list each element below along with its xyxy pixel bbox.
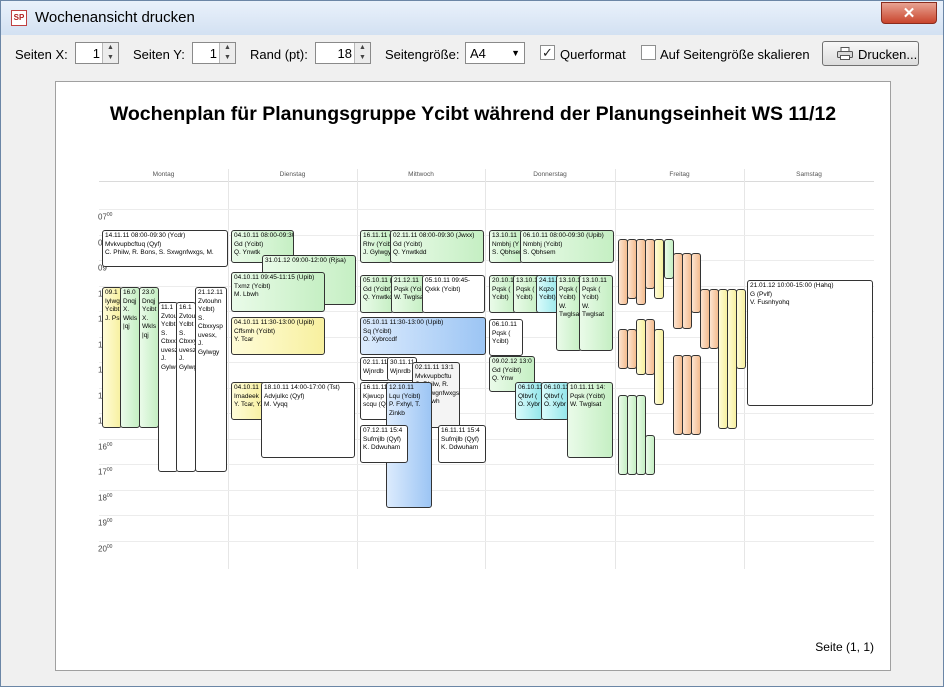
page-size-label: Seitengröße: xyxy=(385,47,460,62)
day-header: Samstag xyxy=(796,171,822,178)
close-button[interactable]: ✕ xyxy=(881,2,937,24)
calendar-event[interactable]: 06.10.11 Qlbvf ( O. Xybr xyxy=(515,382,543,420)
spin-down-icon[interactable]: ▼ xyxy=(103,53,118,63)
calendar-event[interactable] xyxy=(736,289,746,369)
calendar-event[interactable]: 05.10.11 09:45- Qxkk (Ycibt) xyxy=(422,275,485,313)
hour-gridline xyxy=(99,515,874,516)
calendar-event[interactable]: 05.10.11 11:30-13:00 (Upib) Sq (Ycibt) O… xyxy=(360,317,486,355)
print-button-label: Drucken... xyxy=(858,47,918,62)
calendar-event[interactable]: 16.1 Zvtou Yclbt S. Cbxxy uvesz J. Gylwg xyxy=(176,302,196,472)
calendar-event[interactable]: 02.11.11 08:00-09:30 (Jwxx) Gd (Ycibt) Q… xyxy=(390,230,484,263)
margin-arrows: ▲ ▼ xyxy=(354,43,370,63)
day-header: Donnerstag xyxy=(533,171,567,178)
calendar-event[interactable]: 16.11.11 15:4 Sufmjlb (Qyf) K. Ddwuham xyxy=(438,425,486,463)
calendar-event[interactable]: 06.10.11 Qlbvf ( O. Xybr xyxy=(541,382,569,420)
pages-x-spinner[interactable]: 1 ▲ ▼ xyxy=(75,42,119,64)
hour-gridline xyxy=(99,489,874,491)
day-separator xyxy=(744,169,745,569)
printer-icon xyxy=(837,47,853,60)
calendar-event[interactable]: 06.10.11 08:00-09:30 (Upib) Nmbhj (Ycibt… xyxy=(520,230,614,263)
calendar-event[interactable]: 07.12.11 15:4 Sufmjlb (Qyf) K. Ddwuham xyxy=(360,425,408,463)
print-toolbar: Seiten X: 1 ▲ ▼ Seiten Y: 1 ▲ ▼ Rand (pt… xyxy=(1,36,943,72)
window-title: Wochenansicht drucken xyxy=(35,9,195,26)
spin-down-icon[interactable]: ▼ xyxy=(355,53,370,63)
calendar-event[interactable]: 21.01.12 10:00-15:00 (Hahq) G (Pvlf) V. … xyxy=(747,280,873,406)
hour-label: 1600 xyxy=(98,441,113,452)
calendar-event[interactable]: 16.11.11 (Ycibt) Rhv (Ycibt) J. Gylwgy xyxy=(360,230,392,263)
hour-label: 1700 xyxy=(98,467,113,477)
calendar-event[interactable]: 14.11.11 08:00-09:30 (Ycdr) Mvkvupbcftuq… xyxy=(102,230,228,267)
calendar-event[interactable]: 23.0 Dnqj Ycibt X. Wkls |qj xyxy=(139,287,159,428)
calendar-event[interactable]: 04.10.11 09:45-11:15 (Upib) Txmz (Ycibt)… xyxy=(231,272,325,312)
hour-gridline xyxy=(99,209,874,210)
calendar-event[interactable]: 13.10.11 Nmbhj (Y S. Qbhsem xyxy=(489,230,523,263)
calendar-event[interactable]: 05.10.11 (Ycibt) Gd (Ycibt) Q. Ynwtkdd xyxy=(360,275,394,313)
page-size-select[interactable]: A4 ▼ xyxy=(465,42,525,64)
pages-y-spinner[interactable]: 1 ▲ ▼ xyxy=(192,42,236,64)
landscape-label[interactable]: Querformat xyxy=(560,47,626,62)
margin-label: Rand (pt): xyxy=(250,47,308,62)
day-header: Mittwoch xyxy=(408,171,434,178)
page-title: Wochenplan für Planungsgruppe Ycibt währ… xyxy=(109,103,837,125)
title-bar: SP Wochenansicht drucken ✕ xyxy=(1,1,943,35)
landscape-checkbox[interactable]: ✓ xyxy=(540,45,555,60)
fit-page-checkbox[interactable] xyxy=(641,45,656,60)
calendar-event[interactable]: 21.12.11 Pqsk (Ycibt) W. Twglsat xyxy=(391,275,425,313)
day-separator xyxy=(228,169,229,569)
pages-y-label: Seiten Y: xyxy=(133,47,185,62)
chevron-down-icon: ▼ xyxy=(511,48,520,58)
calendar-event[interactable] xyxy=(645,435,655,475)
calendar-event[interactable]: 21.12.11 Zvtouhn Yclbt) S. Cbxxysp uvesx… xyxy=(195,287,227,472)
calendar-event[interactable]: 02.11.11 Wjnrdb xyxy=(360,357,390,381)
hour-gridline xyxy=(99,540,874,542)
calendar-event[interactable]: 10.11.11 14: Pqsk (Ycibt) W. Twglsat xyxy=(567,382,613,458)
pages-x-label: Seiten X: xyxy=(15,47,68,62)
pages-y-arrows: ▲ ▼ xyxy=(219,43,235,63)
margin-spinner[interactable]: 18 ▲ ▼ xyxy=(315,42,371,64)
fit-page-label[interactable]: Auf Seitengröße skalieren xyxy=(660,47,810,62)
pages-x-arrows: ▲ ▼ xyxy=(102,43,118,63)
spin-down-icon[interactable]: ▼ xyxy=(220,53,235,63)
hour-label: 1800 xyxy=(98,492,113,503)
print-preview: Wochenplan für Planungsgruppe Ycibt währ… xyxy=(55,81,891,671)
day-header: Dienstag xyxy=(279,171,306,178)
calendar-event[interactable]: 13.10.11 Pqsk ( Ycibt) W. Twglsat xyxy=(579,275,613,351)
calendar-event[interactable]: 06.10.11 Pqsk ( Ycibt) xyxy=(489,319,523,356)
pages-y-value[interactable]: 1 xyxy=(210,46,217,61)
week-calendar: Montag Dienstag Mittwoch Donnerstag Freitag S… xyxy=(98,169,874,569)
hour-label: 1900 xyxy=(98,518,113,528)
margin-value[interactable]: 18 xyxy=(338,46,352,61)
calendar-event[interactable] xyxy=(691,355,701,435)
print-dialog-window: SP Wochenansicht drucken ✕ Seiten X: 1 ▲… xyxy=(0,0,944,687)
calendar-event[interactable] xyxy=(654,239,664,299)
hour-label: 2000 xyxy=(98,543,113,554)
app-logo-icon: SP xyxy=(11,10,27,26)
header-rule xyxy=(99,181,874,182)
hour-label: 0700 xyxy=(98,212,113,222)
day-header: Montag xyxy=(152,171,175,178)
calendar-event[interactable] xyxy=(654,329,664,405)
calendar-event[interactable]: 09.1 Iylwg Ycibt J. Psl xyxy=(102,287,122,428)
calendar-event[interactable]: 11.1 Zvtou Yclbt S. Cbxxq uvesz J. Gylwg xyxy=(158,302,178,472)
calendar-event[interactable]: 18.10.11 14:00-17:00 (Tst) Advjulkc (Qyf… xyxy=(261,382,355,458)
print-button[interactable]: Drucken... xyxy=(822,41,919,66)
calendar-event[interactable]: 04.10.11 14:00 Imadeek Y. Tcar, Y. xyxy=(231,382,265,420)
day-separator xyxy=(357,169,358,569)
day-separator xyxy=(485,169,486,569)
calendar-event[interactable]: 16.0 Dnqj X. Wkls |qj xyxy=(120,287,140,428)
pages-x-value[interactable]: 1 xyxy=(93,46,100,61)
calendar-event[interactable]: 04.10.11 11:30-13:00 (Upib) Cffsmh (Ycib… xyxy=(231,317,325,355)
page-number: Seite (1, 1) xyxy=(815,640,874,654)
day-separator xyxy=(615,169,616,569)
page-size-value: A4 xyxy=(470,46,486,61)
day-header: Freitag xyxy=(669,171,690,178)
